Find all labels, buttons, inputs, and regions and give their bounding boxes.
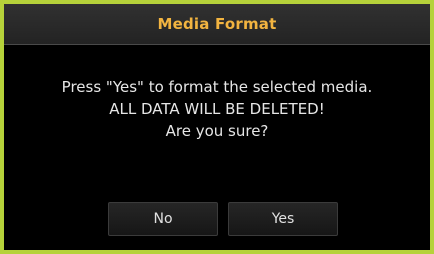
media-format-dialog: Media Format Press "Yes" to format the s… [0, 0, 434, 254]
dialog-message: Press "Yes" to format the selected media… [4, 76, 430, 142]
message-line-confirm: Are you sure? [165, 122, 269, 140]
yes-button[interactable]: Yes [228, 202, 338, 236]
message-line-instruction: Press "Yes" to format the selected media… [61, 78, 373, 96]
dialog-title: Media Format [157, 15, 277, 33]
message-line-warning: ALL DATA WILL BE DELETED! [109, 100, 325, 118]
dialog-titlebar: Media Format [4, 4, 430, 45]
no-button[interactable]: No [108, 202, 218, 236]
dialog-button-row: No Yes [4, 202, 430, 236]
